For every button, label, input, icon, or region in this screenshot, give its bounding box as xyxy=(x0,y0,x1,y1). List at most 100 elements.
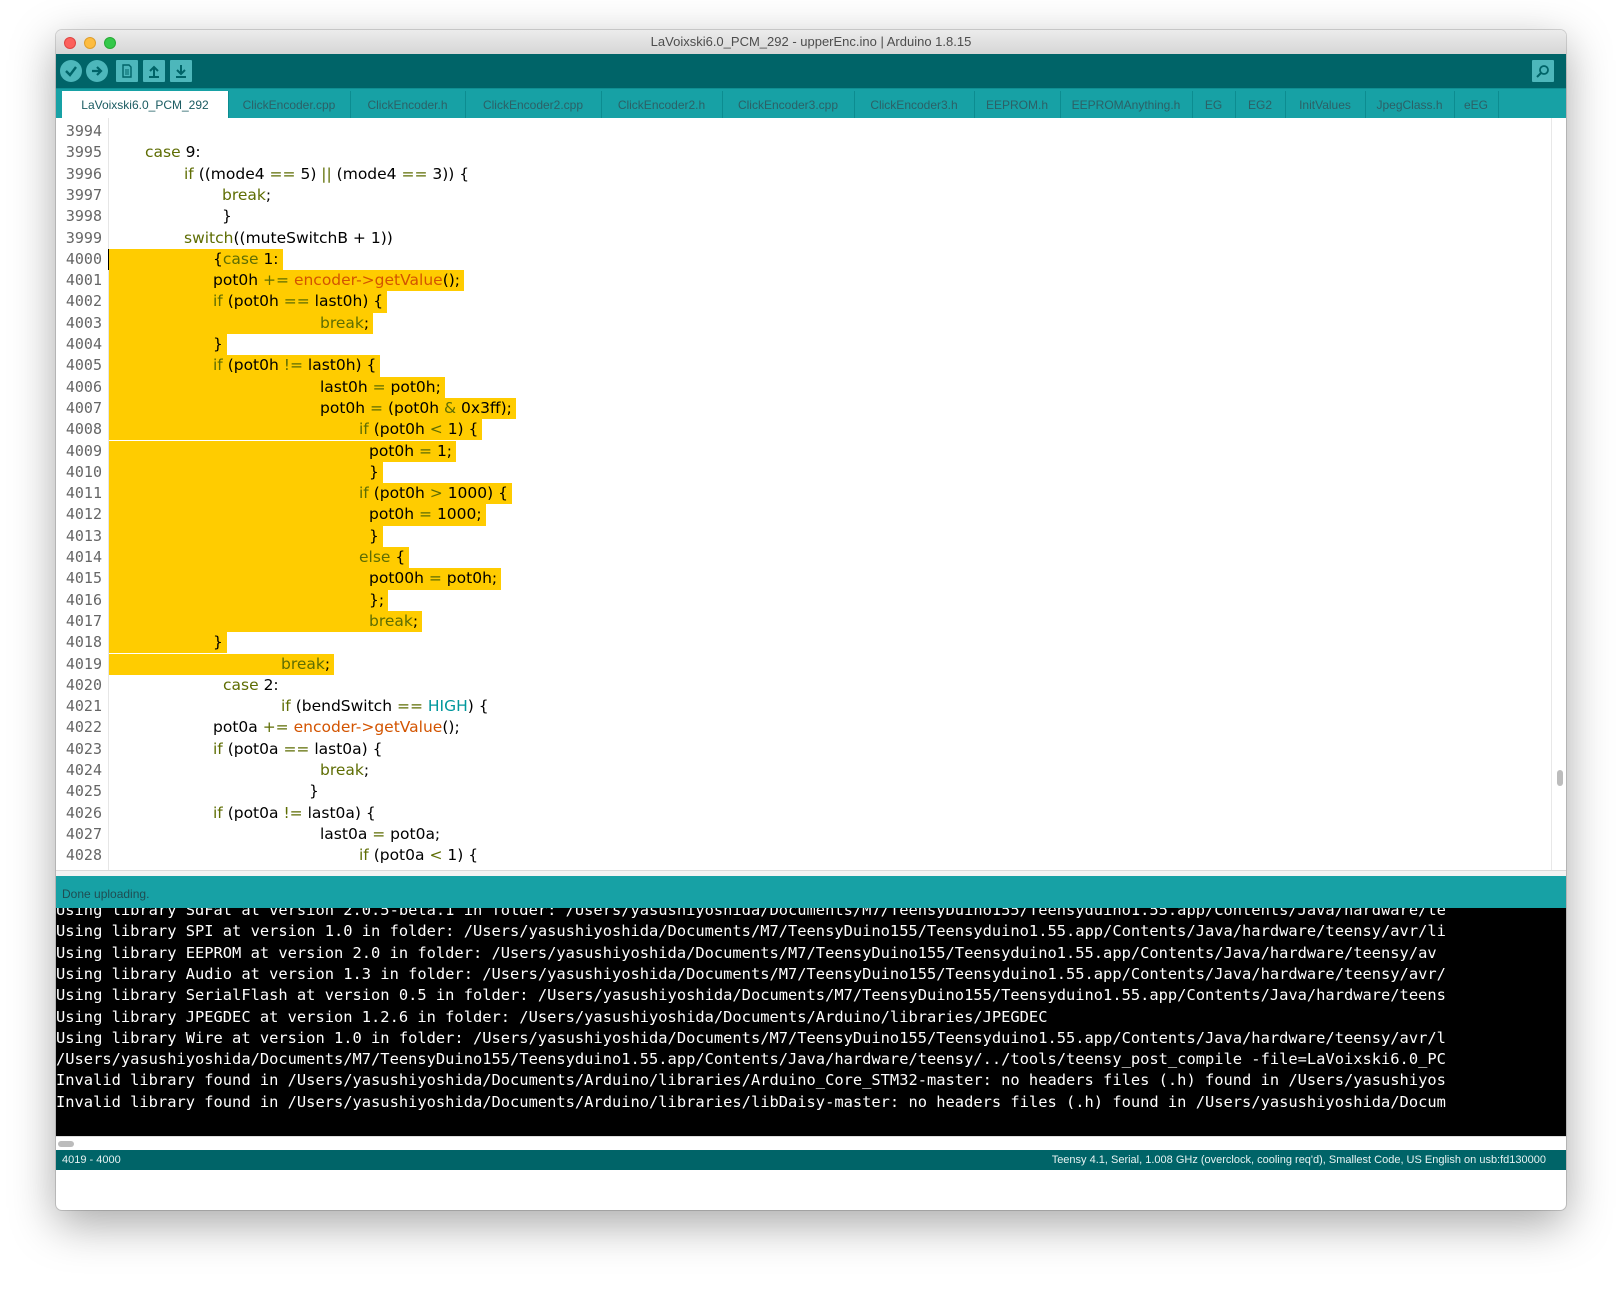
code-line: 4004} xyxy=(56,334,1496,356)
serial-monitor-button[interactable] xyxy=(1532,60,1554,82)
code-line: 4006 last0h = pot0h; xyxy=(56,376,1496,398)
line-number: 4008 xyxy=(65,420,102,439)
code-text: if ((mode4 == 5) || (mode4 == 3)) { xyxy=(184,164,470,183)
status-message: Done uploading. xyxy=(62,887,150,901)
code-text: pot0h = 1000; xyxy=(369,505,482,524)
line-number: 4004 xyxy=(65,335,102,353)
code-line: 4019 break; xyxy=(56,653,1496,675)
code-line: 4024 break; xyxy=(56,760,1496,781)
line-number: 4009 xyxy=(65,441,102,460)
tab-jpegclass-h[interactable]: JpegClass.h xyxy=(1365,91,1455,119)
code-text: } xyxy=(213,633,223,652)
tab-clickencoder2-h[interactable]: ClickEncoder2.h xyxy=(601,91,723,119)
open-sketch-button[interactable] xyxy=(143,60,165,82)
selection-highlight xyxy=(109,461,383,484)
line-number: 3999 xyxy=(65,228,102,247)
tab-lavoixski6-0-pcm-292[interactable]: LaVoixski6.0_PCM_292 xyxy=(62,91,229,119)
console-horizontal-scrollbar[interactable] xyxy=(56,1136,1566,1151)
code-text: } xyxy=(213,335,223,353)
code-line: 4003 break; xyxy=(56,312,1496,334)
console-line: Using library Wire at version 1.0 in fol… xyxy=(56,1028,1446,1047)
magnifier-icon xyxy=(1536,65,1549,78)
code-line: 4005 if (pot0h != last0h) { xyxy=(56,355,1496,377)
tab-clickencoder-h[interactable]: ClickEncoder.h xyxy=(350,91,466,119)
tab-clickencoder3-cpp[interactable]: ClickEncoder3.cpp xyxy=(722,91,855,119)
code-line: 4011 if (pot0h > 1000) { xyxy=(56,483,1496,505)
code-text: if (pot0a < 1) { xyxy=(359,846,479,865)
new-sketch-button[interactable] xyxy=(116,60,138,82)
code-line: 4027 last0a = pot0a; xyxy=(56,824,1496,845)
code-text: pot0h = 1; xyxy=(369,441,453,460)
line-number: 4025 xyxy=(65,782,102,801)
verify-button[interactable] xyxy=(60,60,82,82)
tab-eeg[interactable]: eEG xyxy=(1454,91,1499,119)
line-number: 3996 xyxy=(65,164,102,183)
line-number: 4005 xyxy=(65,356,102,375)
arrow-down-icon xyxy=(176,65,186,78)
code-line: 3994 xyxy=(56,121,1496,142)
console-line: Using library EEPROM at version 2.0 in f… xyxy=(56,943,1437,962)
code-text: } xyxy=(369,462,379,481)
tab-initvalues[interactable]: InitValues xyxy=(1285,91,1366,119)
tab-eg[interactable]: EG xyxy=(1192,91,1236,119)
tab-clickencoder2-cpp[interactable]: ClickEncoder2.cpp xyxy=(465,91,602,119)
line-number: 4002 xyxy=(65,292,102,311)
code-text: switch((muteSwitchB + 1)) xyxy=(184,228,393,247)
new-file-icon xyxy=(122,64,132,78)
line-number: 4006 xyxy=(65,377,102,396)
tab-clickencoder3-h[interactable]: ClickEncoder3.h xyxy=(854,91,975,119)
console-scroll-thumb[interactable] xyxy=(58,1141,74,1147)
console-line: Using library SPI at version 1.0 in fold… xyxy=(56,922,1446,941)
code-text: if (pot0h != last0h) { xyxy=(213,356,377,375)
code-text: if (bendSwitch == HIGH) { xyxy=(281,697,489,716)
code-line: 4020 case 2: xyxy=(56,675,1496,696)
code-text: if (pot0h < 1) { xyxy=(359,420,479,439)
line-number: 4024 xyxy=(65,761,102,779)
tab-eeprom-h[interactable]: EEPROM.h xyxy=(974,91,1061,119)
tab-eepromanything-h[interactable]: EEPROMAnything.h xyxy=(1060,91,1193,119)
code-text: last0a = pot0a; xyxy=(320,824,441,843)
editor-vertical-scrollbar[interactable] xyxy=(1551,118,1566,870)
save-sketch-button[interactable] xyxy=(170,60,192,82)
line-number: 4020 xyxy=(65,675,102,694)
selection-highlight xyxy=(109,334,227,356)
line-number: 4017 xyxy=(65,611,102,630)
line-number: 3994 xyxy=(65,122,102,140)
editor-scroll-thumb[interactable] xyxy=(1557,770,1563,786)
code-text: }; xyxy=(369,590,385,609)
console-output[interactable]: Using library SdFat at version 2.0.5-bet… xyxy=(56,908,1566,1136)
code-line: 4018} xyxy=(56,632,1496,654)
code-text: else { xyxy=(359,548,406,566)
file-tabs: LaVoixski6.0_PCM_292 ClickEncoder.cpp Clic… xyxy=(56,88,1566,119)
code-line: 4008 if (pot0h < 1) { xyxy=(56,419,1496,441)
code-line: 4007 pot0h = (pot0h & 0x3ff); xyxy=(56,397,1496,420)
tab-clickencoder-cpp[interactable]: ClickEncoder.cpp xyxy=(228,91,351,119)
code-text: break; xyxy=(320,313,370,332)
code-text: pot0h += encoder->getValue(); xyxy=(213,271,461,290)
code-line: 4010} xyxy=(56,461,1496,484)
code-text: if (pot0a != last0a) { xyxy=(213,803,376,822)
board-info: Teensy 4.1, Serial, 1.008 GHz (overclock… xyxy=(1051,1154,1546,1166)
console-line: Invalid library found in /Users/yasushiy… xyxy=(56,1071,1446,1090)
code-editor[interactable]: 3994 3995 case 9: 3996 if ((mode4 == 5) || (… xyxy=(56,118,1566,870)
line-number: 4021 xyxy=(65,697,102,716)
code-text: break; xyxy=(281,654,331,673)
code-line: 4028 if (pot0a < 1) { xyxy=(56,845,1496,866)
console-line: /Users/yasushiyoshida/Documents/M7/Teens… xyxy=(56,1050,1446,1069)
line-number: 4011 xyxy=(65,484,102,503)
line-number: 3995 xyxy=(65,143,102,162)
code-line: 4016}; xyxy=(56,589,1496,611)
code-line: 4000 {case 1: xyxy=(56,248,1496,271)
tab-eg2[interactable]: EG2 xyxy=(1235,91,1286,119)
console-line: Invalid library found in /Users/yasushiy… xyxy=(56,1092,1446,1111)
upload-button[interactable] xyxy=(86,60,108,82)
line-number: 3997 xyxy=(65,185,102,204)
line-number: 4028 xyxy=(65,846,102,865)
toolbar xyxy=(56,54,1566,88)
selection-highlight xyxy=(109,589,388,611)
console-line: Using library SerialFlash at version 0.5… xyxy=(56,986,1446,1005)
code-text: case 9: xyxy=(145,143,201,162)
code-line: 4001 pot0h += encoder->getValue(); xyxy=(56,270,1496,292)
line-number: 3998 xyxy=(65,207,102,226)
line-number: 4010 xyxy=(65,462,102,481)
